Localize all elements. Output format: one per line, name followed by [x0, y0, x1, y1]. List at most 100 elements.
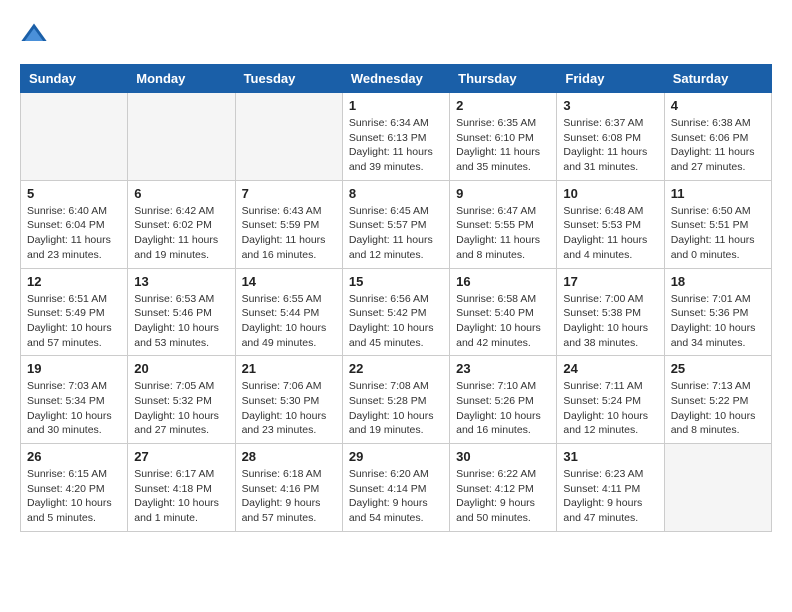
day-number: 18 — [671, 274, 765, 289]
day-info: Sunrise: 6:53 AM Sunset: 5:46 PM Dayligh… — [134, 292, 228, 351]
day-number: 11 — [671, 186, 765, 201]
calendar-day-cell: 18 Sunrise: 7:01 AM Sunset: 5:36 PM Dayli… — [664, 268, 771, 356]
weekday-header-row: SundayMondayTuesdayWednesdayThursdayFrid… — [21, 65, 772, 93]
weekday-header-wednesday: Wednesday — [342, 65, 449, 93]
day-info: Sunrise: 7:10 AM Sunset: 5:26 PM Dayligh… — [456, 379, 550, 438]
calendar-week-row: 5 Sunrise: 6:40 AM Sunset: 6:04 PM Daylig… — [21, 180, 772, 268]
day-number: 17 — [563, 274, 657, 289]
calendar-day-cell: 27 Sunrise: 6:17 AM Sunset: 4:18 PM Dayli… — [128, 444, 235, 532]
calendar-day-cell — [235, 93, 342, 181]
calendar-day-cell: 23 Sunrise: 7:10 AM Sunset: 5:26 PM Dayli… — [450, 356, 557, 444]
calendar-day-cell: 2 Sunrise: 6:35 AM Sunset: 6:10 PM Daylig… — [450, 93, 557, 181]
calendar-day-cell: 22Sunrise: 7:08 AM Sunset: 5:28 PM Dayli… — [342, 356, 449, 444]
day-number: 5 — [27, 186, 121, 201]
calendar-day-cell: 8 Sunrise: 6:45 AM Sunset: 5:57 PM Daylig… — [342, 180, 449, 268]
calendar-day-cell: 1Sunrise: 6:34 AM Sunset: 6:13 PM Daylig… — [342, 93, 449, 181]
day-info: Sunrise: 7:13 AM Sunset: 5:22 PM Dayligh… — [671, 379, 765, 438]
day-info: Sunrise: 6:50 AM Sunset: 5:51 PM Dayligh… — [671, 204, 765, 263]
day-number: 14 — [242, 274, 336, 289]
day-info: Sunrise: 7:11 AM Sunset: 5:24 PM Dayligh… — [563, 379, 657, 438]
day-info: Sunrise: 6:45 AM Sunset: 5:57 PM Dayligh… — [349, 204, 443, 263]
day-number: 9 — [456, 186, 550, 201]
day-info: Sunrise: 6:43 AM Sunset: 5:59 PM Dayligh… — [242, 204, 336, 263]
calendar-day-cell: 17 Sunrise: 7:00 AM Sunset: 5:38 PM Dayli… — [557, 268, 664, 356]
day-info: Sunrise: 6:42 AM Sunset: 6:02 PM Dayligh… — [134, 204, 228, 263]
day-number: 12 — [27, 274, 121, 289]
calendar-day-cell: 20 Sunrise: 7:05 AM Sunset: 5:32 PM Dayli… — [128, 356, 235, 444]
weekday-header-monday: Monday — [128, 65, 235, 93]
calendar-day-cell: 24 Sunrise: 7:11 AM Sunset: 5:24 PM Dayli… — [557, 356, 664, 444]
day-number: 19 — [27, 361, 121, 376]
calendar-day-cell: 6 Sunrise: 6:42 AM Sunset: 6:02 PM Daylig… — [128, 180, 235, 268]
weekday-header-sunday: Sunday — [21, 65, 128, 93]
day-info: Sunrise: 6:35 AM Sunset: 6:10 PM Dayligh… — [456, 116, 550, 175]
calendar-week-row: 26 Sunrise: 6:15 AM Sunset: 4:20 PM Dayli… — [21, 444, 772, 532]
day-info: Sunrise: 6:23 AM Sunset: 4:11 PM Dayligh… — [563, 467, 657, 526]
calendar-day-cell: 14 Sunrise: 6:55 AM Sunset: 5:44 PM Dayli… — [235, 268, 342, 356]
calendar-day-cell: 30 Sunrise: 6:22 AM Sunset: 4:12 PM Dayli… — [450, 444, 557, 532]
day-info: Sunrise: 6:18 AM Sunset: 4:16 PM Dayligh… — [242, 467, 336, 526]
calendar-day-cell: 4Sunrise: 6:38 AM Sunset: 6:06 PM Daylig… — [664, 93, 771, 181]
day-number: 26 — [27, 449, 121, 464]
day-info: Sunrise: 6:56 AM Sunset: 5:42 PM Dayligh… — [349, 292, 443, 351]
day-number: 25 — [671, 361, 765, 376]
calendar-day-cell: 28 Sunrise: 6:18 AM Sunset: 4:16 PM Dayli… — [235, 444, 342, 532]
day-info: Sunrise: 6:40 AM Sunset: 6:04 PM Dayligh… — [27, 204, 121, 263]
day-number: 24 — [563, 361, 657, 376]
day-number: 21 — [242, 361, 336, 376]
day-number: 27 — [134, 449, 228, 464]
day-info: Sunrise: 7:05 AM Sunset: 5:32 PM Dayligh… — [134, 379, 228, 438]
day-number: 4 — [671, 98, 765, 113]
weekday-header-thursday: Thursday — [450, 65, 557, 93]
calendar-day-cell: 10 Sunrise: 6:48 AM Sunset: 5:53 PM Dayli… — [557, 180, 664, 268]
day-number: 20 — [134, 361, 228, 376]
calendar-day-cell: 11 Sunrise: 6:50 AM Sunset: 5:51 PM Dayli… — [664, 180, 771, 268]
calendar-week-row: 1Sunrise: 6:34 AM Sunset: 6:13 PM Daylig… — [21, 93, 772, 181]
day-number: 6 — [134, 186, 228, 201]
day-info: Sunrise: 6:48 AM Sunset: 5:53 PM Dayligh… — [563, 204, 657, 263]
day-info: Sunrise: 7:06 AM Sunset: 5:30 PM Dayligh… — [242, 379, 336, 438]
weekday-header-tuesday: Tuesday — [235, 65, 342, 93]
calendar-day-cell: 25 Sunrise: 7:13 AM Sunset: 5:22 PM Dayli… — [664, 356, 771, 444]
calendar-table: SundayMondayTuesdayWednesdayThursdayFrid… — [20, 64, 772, 532]
day-number: 10 — [563, 186, 657, 201]
calendar-day-cell: 12 Sunrise: 6:51 AM Sunset: 5:49 PM Dayli… — [21, 268, 128, 356]
calendar-day-cell — [664, 444, 771, 532]
logo — [20, 20, 52, 48]
calendar-day-cell: 9Sunrise: 6:47 AM Sunset: 5:55 PM Daylig… — [450, 180, 557, 268]
logo-icon — [20, 20, 48, 48]
day-number: 23 — [456, 361, 550, 376]
day-info: Sunrise: 7:00 AM Sunset: 5:38 PM Dayligh… — [563, 292, 657, 351]
day-info: Sunrise: 6:37 AM Sunset: 6:08 PM Dayligh… — [563, 116, 657, 175]
day-number: 15 — [349, 274, 443, 289]
day-info: Sunrise: 6:20 AM Sunset: 4:14 PM Dayligh… — [349, 467, 443, 526]
calendar-week-row: 19Sunrise: 7:03 AM Sunset: 5:34 PM Dayli… — [21, 356, 772, 444]
calendar-day-cell — [21, 93, 128, 181]
calendar-day-cell: 29Sunrise: 6:20 AM Sunset: 4:14 PM Dayli… — [342, 444, 449, 532]
day-number: 3 — [563, 98, 657, 113]
weekday-header-saturday: Saturday — [664, 65, 771, 93]
calendar-day-cell: 26 Sunrise: 6:15 AM Sunset: 4:20 PM Dayli… — [21, 444, 128, 532]
day-number: 2 — [456, 98, 550, 113]
day-info: Sunrise: 6:55 AM Sunset: 5:44 PM Dayligh… — [242, 292, 336, 351]
day-info: Sunrise: 6:34 AM Sunset: 6:13 PM Dayligh… — [349, 116, 443, 175]
day-info: Sunrise: 7:01 AM Sunset: 5:36 PM Dayligh… — [671, 292, 765, 351]
calendar-week-row: 12 Sunrise: 6:51 AM Sunset: 5:49 PM Dayli… — [21, 268, 772, 356]
day-number: 28 — [242, 449, 336, 464]
day-number: 8 — [349, 186, 443, 201]
day-number: 30 — [456, 449, 550, 464]
calendar-day-cell: 13 Sunrise: 6:53 AM Sunset: 5:46 PM Dayli… — [128, 268, 235, 356]
calendar-day-cell: 31Sunrise: 6:23 AM Sunset: 4:11 PM Dayli… — [557, 444, 664, 532]
day-info: Sunrise: 6:22 AM Sunset: 4:12 PM Dayligh… — [456, 467, 550, 526]
day-info: Sunrise: 6:15 AM Sunset: 4:20 PM Dayligh… — [27, 467, 121, 526]
day-number: 13 — [134, 274, 228, 289]
calendar-day-cell — [128, 93, 235, 181]
day-info: Sunrise: 7:08 AM Sunset: 5:28 PM Dayligh… — [349, 379, 443, 438]
calendar-day-cell: 3 Sunrise: 6:37 AM Sunset: 6:08 PM Daylig… — [557, 93, 664, 181]
day-number: 16 — [456, 274, 550, 289]
calendar-day-cell: 16Sunrise: 6:58 AM Sunset: 5:40 PM Dayli… — [450, 268, 557, 356]
day-info: Sunrise: 6:51 AM Sunset: 5:49 PM Dayligh… — [27, 292, 121, 351]
day-info: Sunrise: 6:17 AM Sunset: 4:18 PM Dayligh… — [134, 467, 228, 526]
calendar-day-cell: 7Sunrise: 6:43 AM Sunset: 5:59 PM Daylig… — [235, 180, 342, 268]
calendar-day-cell: 19Sunrise: 7:03 AM Sunset: 5:34 PM Dayli… — [21, 356, 128, 444]
